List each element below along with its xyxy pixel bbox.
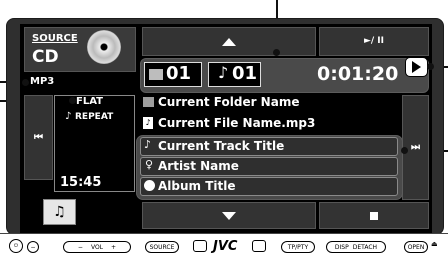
up-button[interactable] <box>142 27 316 56</box>
repeat-indicator: REPEAT <box>75 112 114 122</box>
play-pause-icon: ►/ II <box>363 36 385 46</box>
note-icon: ♪ <box>218 63 229 82</box>
artist-icon: ♀ <box>145 158 154 171</box>
callout-dot-top <box>273 49 280 56</box>
music-notes-icon: ♫ <box>53 204 66 220</box>
folder-number: 01 <box>166 63 192 84</box>
file-icon: ♪ <box>143 117 153 129</box>
callout-dot-format <box>22 79 29 86</box>
detach-label: DETACH <box>352 243 378 251</box>
vol-label: VOL <box>90 243 104 251</box>
clock: 15:45 <box>60 175 102 190</box>
skip-forward-icon: ⏭ <box>411 142 420 153</box>
left-bracket-deco <box>193 240 207 252</box>
folder-name-icon <box>143 97 154 107</box>
format-indicator: MP3 <box>30 76 55 87</box>
artist-name: Artist Name <box>158 159 239 173</box>
album-icon <box>144 180 155 191</box>
vol-plus-sign: + <box>111 243 117 251</box>
callout-dot-tags <box>401 147 408 154</box>
vol-minus-sign: − <box>77 243 83 251</box>
source-label: SOURCE <box>32 33 78 44</box>
up-arrow-icon <box>222 37 236 46</box>
track-number: 01 <box>232 63 258 84</box>
disc-icon <box>87 30 121 64</box>
stop-button[interactable] <box>319 202 429 229</box>
source-value: CD <box>32 47 59 67</box>
attenuator-icon[interactable]: ⏻ <box>9 239 23 253</box>
right-bracket-deco <box>252 240 266 252</box>
equalizer-indicator: FLAT <box>76 96 103 107</box>
vol-control[interactable]: − VOL + <box>63 241 131 253</box>
callout-dot-mode <box>427 63 434 70</box>
open-button[interactable]: OPEN <box>404 241 428 253</box>
play-triangle-icon <box>412 61 421 73</box>
source-button[interactable]: SOURCE <box>145 241 179 253</box>
track-title-icon: ♪ <box>144 138 152 151</box>
file-name: Current File Name.mp3 <box>158 116 316 130</box>
down-arrow-icon <box>222 211 236 220</box>
tp-pty-button[interactable]: TP/PTY <box>281 241 315 253</box>
callout-dot-eq <box>69 97 76 104</box>
disp-button[interactable]: DISP DETACH <box>326 241 386 253</box>
vol-minus-button[interactable]: − <box>27 241 39 253</box>
previous-track-button[interactable]: ⏮ <box>24 95 53 180</box>
track-title: Current Track Title <box>158 139 285 153</box>
stop-icon <box>370 211 378 220</box>
play-pause-button[interactable]: ►/ II <box>319 27 429 56</box>
down-button[interactable] <box>142 202 316 229</box>
music-note-icon: ♪ <box>65 111 72 122</box>
folder-name: Current Folder Name <box>158 95 300 109</box>
brand-logo: JVC <box>213 239 238 254</box>
disp-label: DISP <box>334 243 349 251</box>
eject-icon[interactable]: ⏏ <box>431 240 440 248</box>
play-mode-button[interactable] <box>405 57 428 77</box>
playlist-icon-button[interactable]: ♫ <box>43 199 76 225</box>
skip-back-icon: ⏮ <box>34 132 43 143</box>
elapsed-time: 0:01:20 <box>317 63 399 85</box>
folder-icon <box>149 69 163 80</box>
album-title: Album Title <box>158 179 236 193</box>
